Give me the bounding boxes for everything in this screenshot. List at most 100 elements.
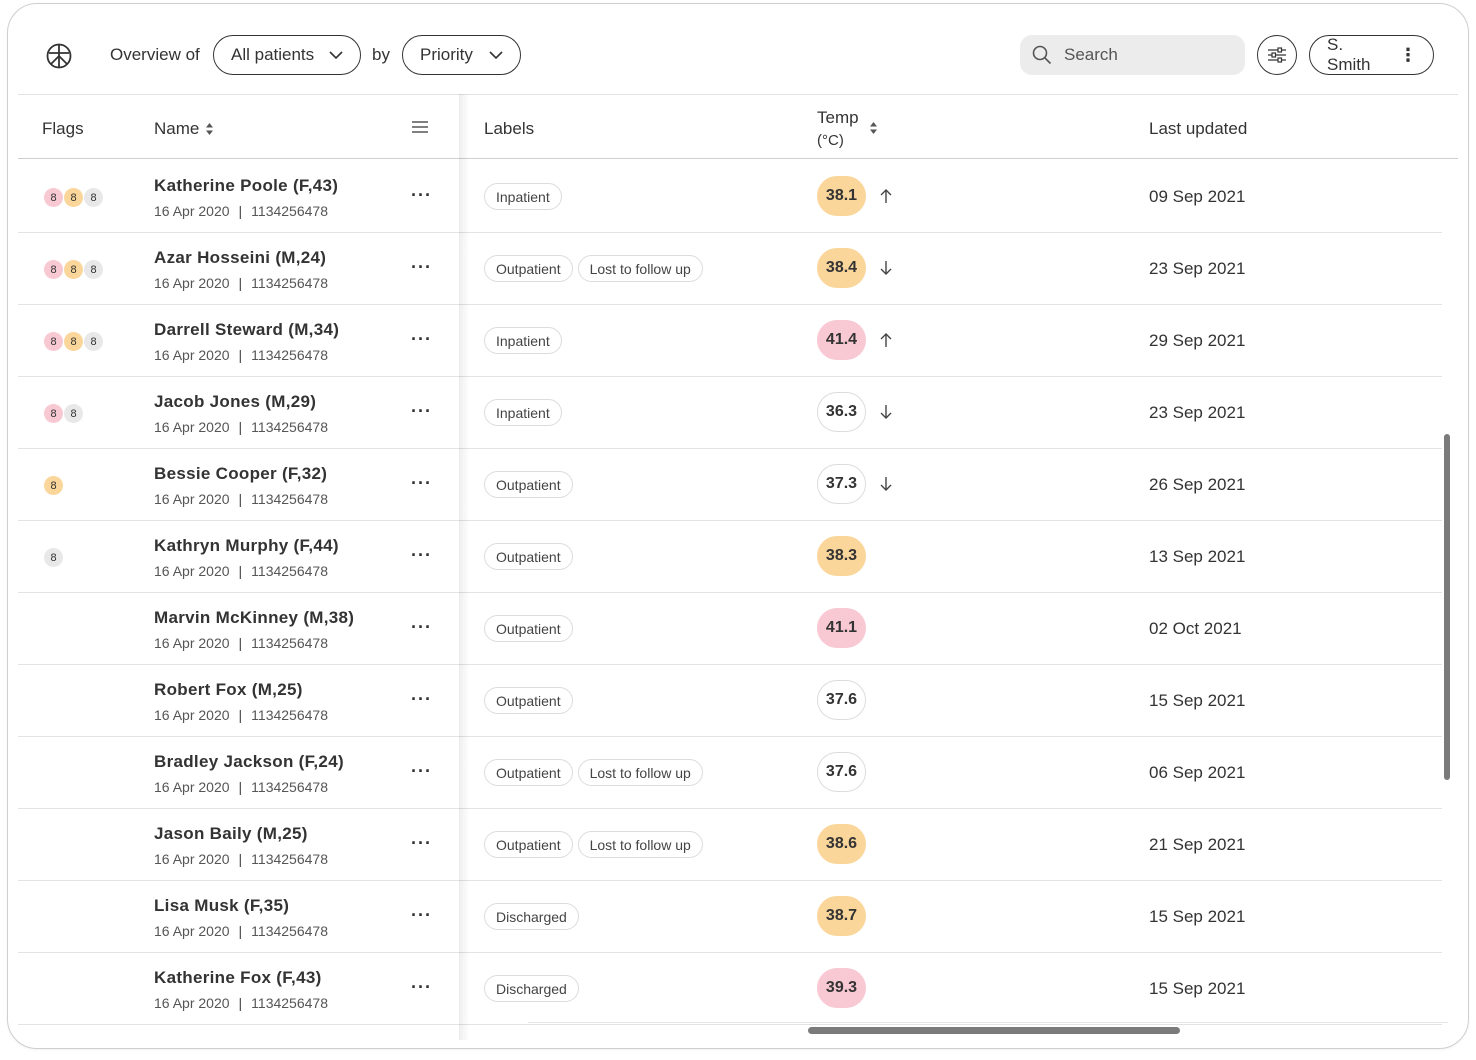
user-menu-button[interactable]: S. Smith ⋮ — [1309, 35, 1434, 75]
last-updated: 21 Sep 2021 — [1149, 835, 1246, 854]
row-more-options-icon[interactable]: ··· — [411, 329, 432, 350]
patient-name[interactable]: Katherine Poole (F,43) — [154, 176, 338, 196]
row-more-options-icon[interactable]: ··· — [411, 833, 432, 854]
flags-cell: 8 — [44, 476, 64, 495]
label-tag[interactable]: Lost to follow up — [577, 255, 703, 282]
flag-badge-grey[interactable]: 8 — [84, 332, 103, 351]
temperature-badge: 37.6 — [817, 680, 866, 720]
labels-cell: Outpatient Lost to follow up — [484, 759, 708, 786]
meta-separator: | — [238, 779, 243, 795]
column-temp[interactable]: Temp (°C) — [817, 106, 878, 152]
table-row[interactable]: Jason Baily (M,25) 16 Apr 2020 | 1134256478… — [18, 809, 1442, 881]
flag-badge-red[interactable]: 8 — [44, 404, 63, 423]
label-tag[interactable]: Lost to follow up — [577, 759, 703, 786]
label-tag[interactable]: Outpatient — [484, 255, 573, 282]
table-row[interactable]: 8 8 Jacob Jones (M,29) 16 Apr 2020 | 11342564… — [18, 377, 1442, 449]
label-tag[interactable]: Outpatient — [484, 543, 573, 570]
column-menu-icon[interactable] — [412, 121, 428, 133]
row-more-options-icon[interactable]: ··· — [411, 761, 432, 782]
patient-id: 1134256478 — [251, 419, 328, 435]
label-tag[interactable]: Lost to follow up — [577, 831, 703, 858]
table-header: Flags Name Labels Temp (°C) Last updated — [18, 94, 1458, 159]
search-box[interactable] — [1020, 35, 1245, 75]
table-row[interactable]: Lisa Musk (F,35) 16 Apr 2020 | 1134256478 ··… — [18, 881, 1442, 953]
row-more-options-icon[interactable]: ··· — [411, 257, 432, 278]
row-more-options-icon[interactable]: ··· — [411, 545, 432, 566]
row-more-options-icon[interactable]: ··· — [411, 905, 432, 926]
table-row[interactable]: 8 Kathryn Murphy (F,44) 16 Apr 2020 | 113425… — [18, 521, 1442, 593]
flag-badge-red[interactable]: 8 — [44, 188, 63, 207]
table-row[interactable]: 8 8 8 Katherine Poole (F,43) 16 Apr 2020 | 113… — [18, 161, 1442, 233]
table-row[interactable]: 8 8 8 Darrell Steward (M,34) 16 Apr 2020 | 113… — [18, 305, 1442, 377]
table-row[interactable]: Marvin McKinney (M,38) 16 Apr 2020 | 113425… — [18, 593, 1442, 665]
flag-badge-red[interactable]: 8 — [44, 332, 63, 351]
column-flags[interactable]: Flags — [42, 119, 84, 139]
row-more-options-icon[interactable]: ··· — [411, 977, 432, 998]
patient-name[interactable]: Robert Fox (M,25) — [154, 680, 303, 700]
label-tag[interactable]: Discharged — [484, 975, 579, 1002]
column-labels[interactable]: Labels — [484, 119, 534, 139]
table-row[interactable]: Bradley Jackson (F,24) 16 Apr 2020 | 113425… — [18, 737, 1442, 809]
patient-id: 1134256478 — [251, 923, 328, 939]
label-tag[interactable]: Discharged — [484, 903, 579, 930]
logo-icon[interactable] — [45, 42, 73, 70]
table-row[interactable]: Katherine Fox (F,43) 16 Apr 2020 | 11342564… — [18, 953, 1442, 1025]
search-input[interactable] — [1064, 45, 1214, 65]
vertical-scrollbar[interactable] — [1444, 434, 1450, 780]
label-tag[interactable]: Outpatient — [484, 615, 573, 642]
patient-name[interactable]: Bessie Cooper (F,32) — [154, 464, 327, 484]
flag-badge-grey[interactable]: 8 — [84, 188, 103, 207]
patient-name[interactable]: Marvin McKinney (M,38) — [154, 608, 354, 628]
patient-name[interactable]: Darrell Steward (M,34) — [154, 320, 339, 340]
label-tag[interactable]: Outpatient — [484, 759, 573, 786]
table-row[interactable]: Robert Fox (M,25) 16 Apr 2020 | 1134256478 ·… — [18, 665, 1442, 737]
patient-name[interactable]: Katherine Fox (F,43) — [154, 968, 322, 988]
patient-name[interactable]: Azar Hosseini (M,24) — [154, 248, 326, 268]
user-name: S. Smith — [1327, 35, 1371, 74]
flag-badge-orange[interactable]: 8 — [44, 476, 63, 495]
table-row[interactable]: 8 8 8 Azar Hosseini (M,24) 16 Apr 2020 | 11342… — [18, 233, 1442, 305]
sort-icon — [869, 122, 877, 134]
patient-date: 16 Apr 2020 — [154, 491, 230, 507]
column-temp-label: Temp — [817, 108, 859, 127]
patient-date: 16 Apr 2020 — [154, 851, 230, 867]
label-tag[interactable]: Inpatient — [484, 183, 562, 210]
temperature-badge: 38.7 — [817, 896, 866, 936]
column-name[interactable]: Name — [154, 119, 214, 139]
flag-badge-grey[interactable]: 8 — [64, 404, 83, 423]
table-row[interactable]: 8 Bessie Cooper (F,32) 16 Apr 2020 | 1134256… — [18, 449, 1442, 521]
flag-badge-orange[interactable]: 8 — [64, 188, 83, 207]
flag-badge-grey[interactable]: 8 — [84, 260, 103, 279]
patient-name[interactable]: Jason Baily (M,25) — [154, 824, 308, 844]
flags-cell: 88 — [44, 404, 84, 423]
patient-meta: 16 Apr 2020 | 1134256478 — [154, 923, 328, 939]
label-tag[interactable]: Inpatient — [484, 399, 562, 426]
patient-name[interactable]: Bradley Jackson (F,24) — [154, 752, 344, 772]
label-tag[interactable]: Inpatient — [484, 327, 562, 354]
horizontal-scrollbar[interactable] — [808, 1027, 1180, 1034]
patient-name[interactable]: Lisa Musk (F,35) — [154, 896, 289, 916]
patient-name[interactable]: Kathryn Murphy (F,44) — [154, 536, 339, 556]
priority-dropdown[interactable]: Priority — [402, 35, 521, 75]
patient-name[interactable]: Jacob Jones (M,29) — [154, 392, 316, 412]
column-last-updated[interactable]: Last updated — [1149, 119, 1247, 139]
filter-settings-button[interactable] — [1257, 35, 1297, 75]
patient-date: 16 Apr 2020 — [154, 347, 230, 363]
row-more-options-icon[interactable]: ··· — [411, 689, 432, 710]
patients-dropdown[interactable]: All patients — [213, 35, 361, 75]
label-tag[interactable]: Outpatient — [484, 471, 573, 498]
flag-badge-orange[interactable]: 8 — [64, 332, 83, 351]
label-tag[interactable]: Outpatient — [484, 831, 573, 858]
meta-separator: | — [238, 419, 243, 435]
flag-badge-orange[interactable]: 8 — [64, 260, 83, 279]
row-more-options-icon[interactable]: ··· — [411, 185, 432, 206]
row-more-options-icon[interactable]: ··· — [411, 617, 432, 638]
flag-badge-grey[interactable]: 8 — [44, 548, 63, 567]
arrow-down-icon — [879, 476, 893, 492]
label-tag[interactable]: Outpatient — [484, 687, 573, 714]
flag-badge-red[interactable]: 8 — [44, 260, 63, 279]
row-more-options-icon[interactable]: ··· — [411, 473, 432, 494]
labels-cell: Discharged — [484, 975, 584, 1002]
row-more-options-icon[interactable]: ··· — [411, 401, 432, 422]
temperature-badge: 41.1 — [817, 608, 866, 648]
